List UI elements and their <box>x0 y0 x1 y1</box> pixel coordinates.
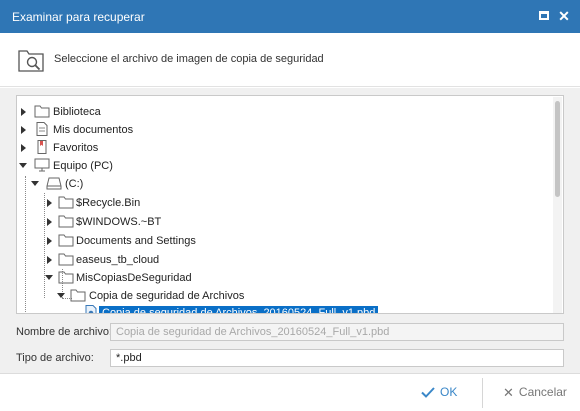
tree-scrollbar[interactable] <box>553 97 562 313</box>
footer-divider <box>482 378 483 408</box>
window-title: Examinar para recuperar <box>12 10 145 24</box>
collapse-arrow-icon[interactable] <box>45 274 53 282</box>
collapse-arrow-icon[interactable] <box>57 292 65 300</box>
tree-item-label: Copia de seguridad de Archivos_20160524_… <box>99 306 379 313</box>
document-icon <box>36 122 48 136</box>
tree-item-easeus-cloud[interactable]: easeus_tb_cloud <box>17 251 547 269</box>
close-icon: ✕ <box>558 8 570 24</box>
filename-field[interactable]: Copia de seguridad de Archivos_20160524_… <box>110 323 564 341</box>
dialog-body: Biblioteca Mis documentos Favoritos Equi… <box>0 88 580 373</box>
tree-item-label: easeus_tb_cloud <box>76 254 160 266</box>
backup-file-icon <box>85 305 97 313</box>
collapse-arrow-icon[interactable] <box>19 162 27 170</box>
cancel-label: Cancelar <box>518 385 567 400</box>
tree-item-copia-archivos[interactable]: Copia de seguridad de Archivos <box>17 287 547 305</box>
ok-button[interactable]: OK <box>421 385 457 399</box>
tree-item-label: Copia de seguridad de Archivos <box>89 290 245 302</box>
close-button[interactable]: ✕ <box>557 9 571 23</box>
checkmark-icon <box>421 387 435 399</box>
folder-icon <box>58 215 74 228</box>
expand-arrow-icon[interactable] <box>46 237 54 245</box>
tree-item-label: MisCopiasDeSeguridad <box>76 272 192 284</box>
tree-item-equipo[interactable]: Equipo (PC) <box>17 157 547 175</box>
folder-icon <box>70 289 86 302</box>
tree-item-label: Biblioteca <box>53 106 101 118</box>
folder-icon <box>58 271 74 284</box>
tree-item-label: Equipo (PC) <box>53 160 113 172</box>
tree-item-label: Favoritos <box>53 142 99 154</box>
title-bar: Examinar para recuperar ✕ <box>0 0 580 33</box>
tree-item-label: Mis documentos <box>53 124 134 136</box>
dialog-header: Seleccione el archivo de imagen de copia… <box>0 33 580 87</box>
folder-icon <box>34 105 50 118</box>
tree-item-label: $Recycle.Bin <box>76 197 141 209</box>
collapse-arrow-icon[interactable] <box>31 180 39 188</box>
folder-icon <box>58 253 74 266</box>
filetype-label: Tipo de archivo: <box>16 352 94 364</box>
ok-label: OK <box>440 385 458 399</box>
tree-item-backup-file[interactable]: Copia de seguridad de Archivos_20160524_… <box>17 304 547 313</box>
tree-item-favoritos[interactable]: Favoritos <box>17 139 547 157</box>
tree-item-recycle-bin[interactable]: $Recycle.Bin <box>17 194 547 212</box>
tree-item-label: (C:) <box>65 178 84 190</box>
cancel-button[interactable]: ✕ Cancelar <box>503 385 567 401</box>
drive-icon <box>46 177 62 190</box>
favorites-icon <box>37 140 47 154</box>
tree-item-biblioteca[interactable]: Biblioteca <box>17 103 547 121</box>
expand-arrow-icon[interactable] <box>46 199 54 207</box>
browse-folder-icon <box>18 50 44 72</box>
tree-item-documents-settings[interactable]: Documents and Settings <box>17 232 547 250</box>
tree-item-mis-copias[interactable]: MisCopiasDeSeguridad <box>17 269 547 287</box>
maximize-button[interactable] <box>537 9 551 23</box>
filename-label: Nombre de archivo: <box>16 326 112 338</box>
filetype-field[interactable]: *.pbd <box>110 349 564 367</box>
computer-icon <box>34 158 50 172</box>
folder-icon <box>58 196 74 209</box>
tree-item-windows-bt[interactable]: $WINDOWS.~BT <box>17 213 547 231</box>
tree-item-drive-c[interactable]: (C:) <box>17 175 547 193</box>
expand-arrow-icon[interactable] <box>20 108 28 116</box>
expand-arrow-icon[interactable] <box>46 218 54 226</box>
dialog-footer: OK ✕ Cancelar <box>0 373 580 411</box>
expand-arrow-icon[interactable] <box>46 256 54 264</box>
tree-item-label: $WINDOWS.~BT <box>76 216 162 228</box>
close-icon: ✕ <box>503 385 514 400</box>
scrollbar-thumb[interactable] <box>555 101 560 197</box>
tree-item-mis-documentos[interactable]: Mis documentos <box>17 121 547 139</box>
folder-icon <box>58 234 74 247</box>
expand-arrow-icon[interactable] <box>20 126 28 134</box>
file-tree[interactable]: Biblioteca Mis documentos Favoritos Equi… <box>16 95 564 314</box>
header-text: Seleccione el archivo de imagen de copia… <box>54 53 324 65</box>
expand-arrow-icon[interactable] <box>20 144 28 152</box>
maximize-icon <box>539 11 549 20</box>
tree-item-label: Documents and Settings <box>76 235 196 247</box>
